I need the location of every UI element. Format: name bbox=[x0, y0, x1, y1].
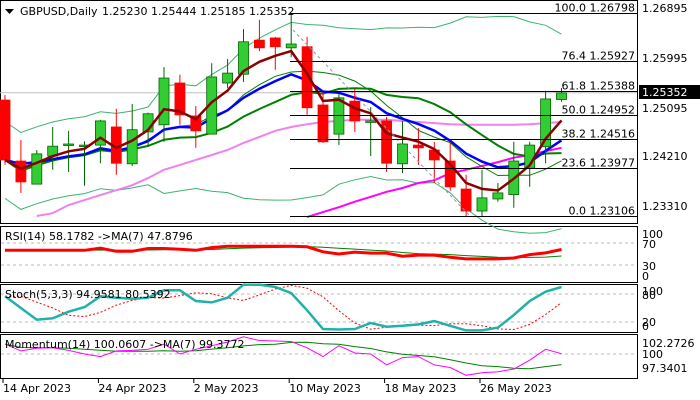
candle[interactable] bbox=[476, 169, 488, 216]
candle[interactable] bbox=[190, 106, 202, 148]
candle[interactable] bbox=[444, 141, 456, 191]
candle[interactable] bbox=[47, 126, 59, 170]
candle-body bbox=[365, 120, 377, 123]
candle[interactable] bbox=[110, 108, 122, 175]
momentum-label: Momentum(14) 100.0607 ->MA(7) 99.3772 bbox=[5, 338, 245, 351]
fib-level-label: 50.0 1.24952 bbox=[562, 104, 635, 117]
momentum-level-tick: 97.3401 bbox=[642, 362, 688, 375]
candle-body bbox=[476, 197, 488, 212]
price-tick: 1.24210 bbox=[642, 150, 688, 163]
symbol-label: GBPUSD,Daily bbox=[20, 5, 98, 18]
candle-body bbox=[460, 188, 472, 212]
current-price-label: 1.25352 bbox=[642, 86, 688, 99]
price-tick: 1.23310 bbox=[642, 200, 688, 213]
candle[interactable] bbox=[381, 117, 393, 173]
candle[interactable] bbox=[492, 183, 504, 202]
candle-body bbox=[269, 37, 281, 48]
rsi-level-tick: 0 bbox=[642, 270, 649, 283]
red-ema-line bbox=[4, 49, 563, 192]
candle[interactable] bbox=[412, 128, 424, 165]
candle[interactable] bbox=[31, 150, 43, 185]
date-label: 10 May 2023 bbox=[289, 382, 361, 395]
trading-chart[interactable]: 100.0 1.26798 76.4 1.25927 61.8 1.25388 50.… bbox=[0, 0, 700, 400]
candle-body bbox=[0, 99, 11, 161]
fib-level-label: 76.4 1.25927 bbox=[562, 50, 635, 63]
candle-body bbox=[397, 143, 408, 165]
indicator-plots bbox=[1, 242, 637, 376]
rsi-line bbox=[5, 244, 562, 261]
price-tick: 1.26895 bbox=[642, 2, 688, 15]
price-plot bbox=[0, 13, 637, 234]
candle[interactable] bbox=[253, 19, 265, 52]
date-label: 18 May 2023 bbox=[385, 382, 457, 395]
candle-body bbox=[412, 144, 424, 149]
candle-body bbox=[349, 100, 361, 122]
fib-level-label: 100.0 1.26798 bbox=[555, 2, 635, 15]
candle[interactable] bbox=[460, 174, 472, 216]
stoch-level-tick: 0 bbox=[642, 320, 649, 333]
rsi-label: RSI(14) 58.1782 ->MA(7) 47.8796 bbox=[5, 230, 193, 243]
candle-body bbox=[222, 72, 234, 84]
fib-level-label: 38.2 1.24516 bbox=[562, 128, 635, 141]
candle-body bbox=[31, 153, 43, 185]
candle[interactable] bbox=[0, 95, 11, 165]
blue-ma-line bbox=[4, 72, 563, 169]
candle-body bbox=[253, 39, 265, 49]
candle[interactable] bbox=[397, 120, 408, 174]
price-tick: 1.25995 bbox=[642, 52, 688, 65]
dropdown-triangle-icon[interactable] bbox=[5, 9, 14, 14]
fib-level-label: 61.8 1.25388 bbox=[562, 80, 635, 93]
date-label: 24 Apr 2023 bbox=[98, 382, 166, 395]
momentum-level-tick: 100 bbox=[642, 348, 663, 361]
stoch-level-tick: 80 bbox=[642, 289, 656, 302]
stoch-label: Stoch(5,3,3) 94.9581 80.5392 bbox=[5, 288, 171, 301]
candle-body bbox=[126, 129, 138, 165]
candle-body bbox=[15, 160, 27, 183]
candle-body bbox=[285, 43, 297, 49]
candle-body bbox=[158, 77, 170, 126]
fib-level-label: 23.6 1.23977 bbox=[562, 157, 635, 170]
candle[interactable] bbox=[174, 74, 186, 125]
candle-body bbox=[556, 92, 567, 100]
candle-body bbox=[63, 143, 74, 146]
candle-body bbox=[492, 192, 504, 200]
time-axis: 14 Apr 2023 24 Apr 2023 2 May 2023 10 May 2… bbox=[2, 378, 552, 395]
ohlc-values: 1.25230 1.25444 1.25185 1.25352 bbox=[102, 5, 294, 18]
fib-level-label: 0.0 1.23106 bbox=[569, 205, 635, 218]
date-label: 2 May 2023 bbox=[194, 382, 259, 395]
candle-body bbox=[317, 104, 329, 143]
date-label: 14 Apr 2023 bbox=[3, 382, 71, 395]
candle[interactable] bbox=[222, 58, 234, 88]
candle[interactable] bbox=[126, 103, 138, 166]
candle[interactable] bbox=[269, 36, 281, 70]
date-label: 26 May 2023 bbox=[480, 382, 552, 395]
candle[interactable] bbox=[317, 90, 329, 143]
price-tick: 1.25095 bbox=[642, 102, 688, 115]
rsi-ma-line bbox=[5, 246, 562, 259]
rsi-level-tick: 70 bbox=[642, 238, 656, 251]
